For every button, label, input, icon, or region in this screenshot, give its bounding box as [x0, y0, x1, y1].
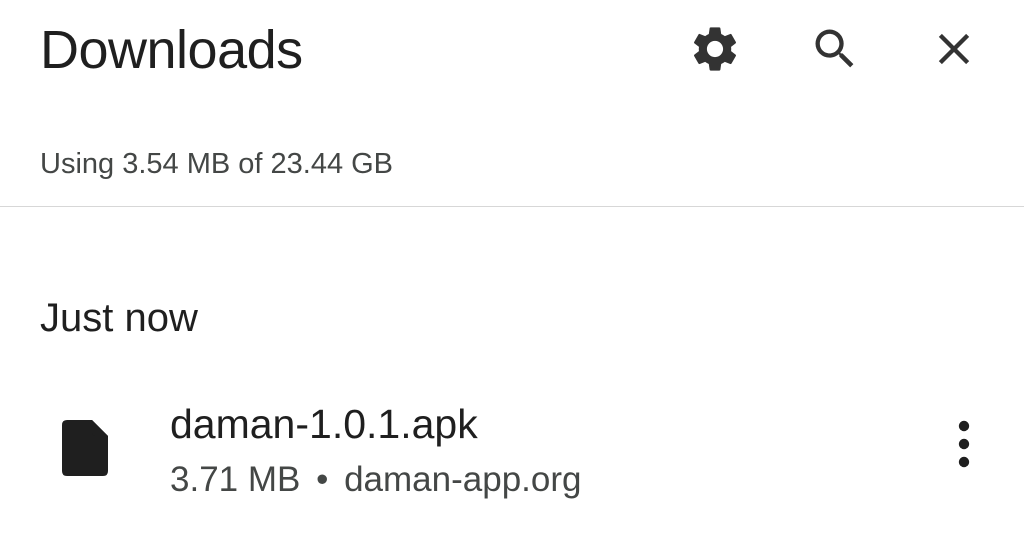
close-button[interactable] [927, 22, 981, 76]
section-header-just-now: Just now [40, 296, 198, 340]
search-button[interactable] [808, 22, 862, 76]
storage-summary: Using 3.54 MB of 23.44 GB [40, 148, 394, 180]
download-item[interactable]: daman-1.0.1.apk 3.71 MB • daman-app.org [0, 390, 1024, 510]
meta-separator: • [316, 460, 329, 499]
more-options-button[interactable] [940, 414, 988, 474]
close-icon [938, 33, 970, 65]
divider [0, 206, 1024, 207]
file-size: 3.71 MB [170, 460, 301, 499]
app-bar: Downloads [0, 0, 1024, 110]
settings-button[interactable] [688, 22, 742, 76]
more-vert-icon [958, 420, 970, 468]
file-name: daman-1.0.1.apk [170, 401, 478, 447]
file-source: daman-app.org [344, 460, 582, 499]
page-title: Downloads [40, 20, 303, 80]
file-icon [62, 420, 108, 476]
search-icon [815, 29, 854, 68]
gear-icon [693, 27, 737, 71]
file-meta: 3.71 MB • daman-app.org [170, 458, 581, 502]
